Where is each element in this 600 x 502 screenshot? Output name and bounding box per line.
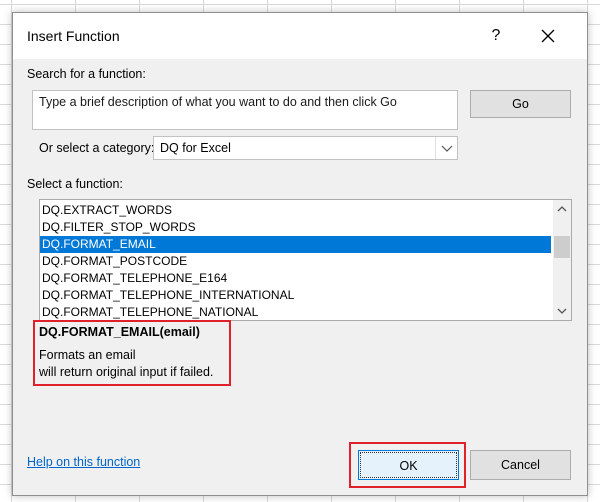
- function-item[interactable]: DQ.FORMAT_TELEPHONE_E164: [40, 270, 551, 287]
- list-scrollbar[interactable]: [553, 200, 571, 320]
- chevron-down-icon[interactable]: [435, 137, 457, 159]
- cancel-button-label: Cancel: [501, 458, 540, 472]
- function-item[interactable]: DQ.EXTRACT_WORDS: [40, 202, 551, 219]
- function-item[interactable]: DQ.FORMAT_TELEPHONE_NATIONAL: [40, 304, 551, 320]
- function-description: Formats an email will return original in…: [39, 347, 213, 381]
- category-select-value: DQ for Excel: [160, 141, 231, 155]
- dialog-title: Insert Function: [27, 28, 120, 44]
- category-label: Or select a category:: [39, 141, 155, 155]
- insert-function-dialog: Insert Function ? Search for a function:…: [12, 12, 588, 496]
- ok-button[interactable]: OK: [358, 450, 459, 480]
- scroll-down-icon[interactable]: [553, 302, 571, 320]
- ok-button-label: OK: [360, 452, 457, 478]
- search-label: Search for a function:: [27, 67, 146, 81]
- function-item[interactable]: DQ.FILTER_STOP_WORDS: [40, 219, 551, 236]
- description-line: will return original input if failed.: [39, 365, 214, 379]
- title-bar: Insert Function ?: [13, 13, 587, 59]
- close-icon[interactable]: [535, 25, 561, 47]
- function-item-selected[interactable]: DQ.FORMAT_EMAIL: [40, 236, 551, 253]
- scrollbar-thumb[interactable]: [554, 236, 570, 258]
- scroll-up-icon[interactable]: [553, 200, 571, 218]
- search-input[interactable]: Type a brief description of what you wan…: [32, 90, 458, 130]
- function-list-label: Select a function:: [27, 177, 123, 191]
- cancel-button[interactable]: Cancel: [470, 450, 571, 480]
- description-line: Formats an email: [39, 348, 136, 362]
- help-on-function-link[interactable]: Help on this function: [27, 455, 140, 469]
- function-item[interactable]: DQ.FORMAT_POSTCODE: [40, 253, 551, 270]
- function-signature: DQ.FORMAT_EMAIL(email): [39, 325, 200, 339]
- function-listbox[interactable]: DQ.EXTRACT_WORDS DQ.FILTER_STOP_WORDS DQ…: [39, 199, 572, 321]
- search-input-value: Type a brief description of what you wan…: [39, 95, 397, 109]
- function-item[interactable]: DQ.FORMAT_TELEPHONE_INTERNATIONAL: [40, 287, 551, 304]
- category-select[interactable]: DQ for Excel: [153, 136, 458, 160]
- search-label-text: Search for a function:: [27, 67, 146, 81]
- go-button[interactable]: Go: [470, 90, 571, 118]
- help-button[interactable]: ?: [485, 25, 507, 47]
- go-button-label: Go: [512, 97, 529, 111]
